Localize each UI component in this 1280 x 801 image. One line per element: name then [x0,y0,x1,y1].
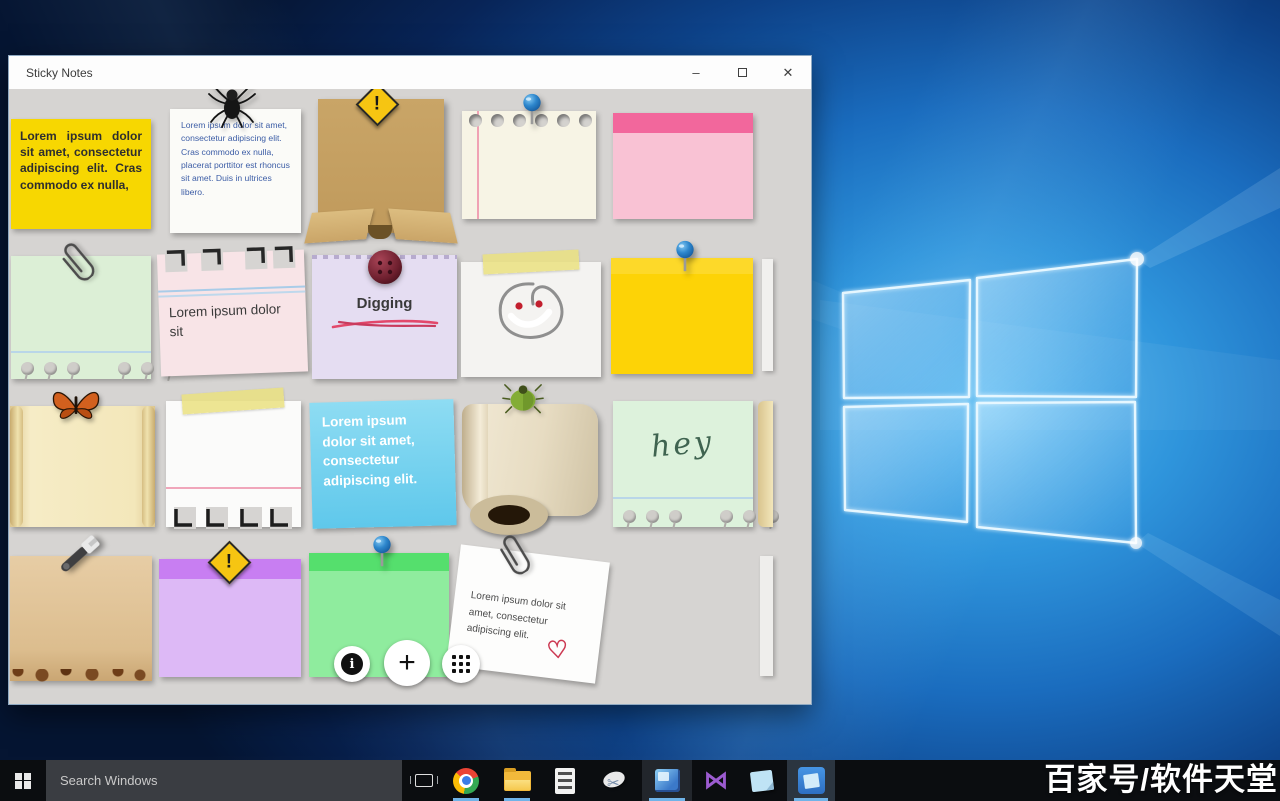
titlebar[interactable]: Sticky Notes – ✕ [9,56,811,89]
partial-note [762,259,773,371]
task-view-icon [415,774,433,787]
ruled-line [158,285,305,292]
snipping-tool-icon: ✂ [601,768,627,794]
note-burnt-paper[interactable] [10,556,152,681]
butterfly-icon [48,386,104,427]
pushpin-icon [519,93,545,128]
search-placeholder: Search Windows [46,773,158,788]
note-pink-header[interactable] [613,113,753,219]
note-lavender-digging[interactable]: Digging [312,255,457,379]
note-white-taped[interactable] [166,401,301,527]
pushpin-icon [369,535,395,570]
partial-note [760,556,773,676]
taskbar-search[interactable]: Search Windows [46,760,402,801]
add-note-button[interactable]: + [384,640,430,686]
task-view-button[interactable] [402,760,446,801]
taskbar-file-explorer[interactable] [497,760,537,801]
note-parchment-scroll[interactable] [10,406,155,527]
info-button[interactable]: i [334,646,370,682]
chrome-icon [453,768,479,794]
ruled-line [11,351,151,353]
minimize-icon: – [692,65,699,80]
close-icon: ✕ [783,65,794,81]
calculator-icon [555,768,575,794]
note-white-spider[interactable]: Lorem ipsum dolor sit amet, consectetur … [170,109,301,233]
tape-icon [181,387,284,414]
hey-doodle: hey [650,424,716,464]
sticky-note-icon [750,769,774,792]
close-button[interactable]: ✕ [765,56,811,89]
partial-note [758,401,773,527]
file-explorer-icon [504,771,531,791]
pushpin-icon [672,240,698,275]
note-text: Lorem ipsum dolor sit amet, consectetur … [181,120,290,197]
minimize-button[interactable]: – [673,56,719,89]
note-white-smiley[interactable] [461,262,601,377]
warning-sign-icon: ! [356,89,400,126]
torn-ring-holes [623,510,779,523]
window-title: Sticky Notes [9,66,673,80]
sticky-notes-window: Sticky Notes – ✕ Lorem ipsum dolor sit a… [8,55,812,705]
paperclip-icon [53,233,105,287]
note-kraft-box[interactable]: ! [318,99,444,233]
note-purple-warning[interactable]: ! [159,559,301,677]
note-cream-spiral[interactable] [462,111,596,219]
taskbar-chrome[interactable] [446,760,486,801]
start-button[interactable] [0,760,46,801]
note-text: Digging [312,295,457,312]
torn-binder-tabs [161,246,300,279]
maximize-icon [738,68,747,77]
key-icon [53,528,108,581]
taskbar-sticky-note[interactable] [742,760,782,801]
tape-icon [483,250,580,275]
ruled-line [613,497,753,499]
paper-roll-core [470,495,548,535]
taskbar-sticky-notes-active[interactable] [787,760,835,801]
button-icon [367,249,403,285]
ruled-line [166,487,301,489]
note-paper-roll[interactable] [456,396,608,529]
kraft-flap [388,209,457,244]
torn-binder-tabs [172,505,298,531]
note-pink-lorem[interactable]: Lorem ipsum dolor sit [157,249,308,376]
smiley-doodle [489,276,573,346]
note-text: Lorem ipsum dolor sit [158,293,306,342]
sticky-notes-app-icon [798,767,825,794]
taskbar-paint-3d[interactable] [642,760,692,801]
note-blue-lorem[interactable]: Lorem ipsum dolor sit amet, consectetur … [309,399,456,529]
note-text: Lorem ipsum dolor sit amet, consectetur … [466,588,589,652]
grid-view-button[interactable] [442,645,480,683]
paint-3d-icon [655,769,680,792]
note-green-paperclip[interactable] [11,256,151,379]
grid-icon [452,655,470,673]
scribble-underline [329,316,441,332]
info-icon: i [341,653,363,675]
taskbar-visual-studio[interactable]: ⋈ [696,760,736,801]
note-header-strip [613,113,753,133]
torn-ring-holes [21,362,177,375]
kraft-notch [368,225,392,239]
notes-board: Lorem ipsum dolor sit amet, consectetur … [9,89,811,704]
watermark: 百家号/软件天堂 [1044,754,1278,799]
kraft-flap [304,209,373,244]
desktop: Sticky Notes – ✕ Lorem ipsum dolor sit a… [0,0,1280,801]
windows-start-icon [15,773,31,789]
note-green-hey[interactable]: hey [613,401,753,527]
note-yellow-lorem[interactable]: Lorem ipsum dolor sit amet, consectetur … [11,119,151,229]
bug-icon [502,382,544,416]
heart-doodle: ♡ [546,635,570,666]
taskbar-calculator[interactable] [545,760,585,801]
margin-line [477,111,479,219]
note-yellow-pin[interactable] [611,258,753,374]
spider-icon [208,89,256,128]
maximize-button[interactable] [719,56,765,89]
taskbar-snipping-tool[interactable]: ✂ [594,760,634,801]
